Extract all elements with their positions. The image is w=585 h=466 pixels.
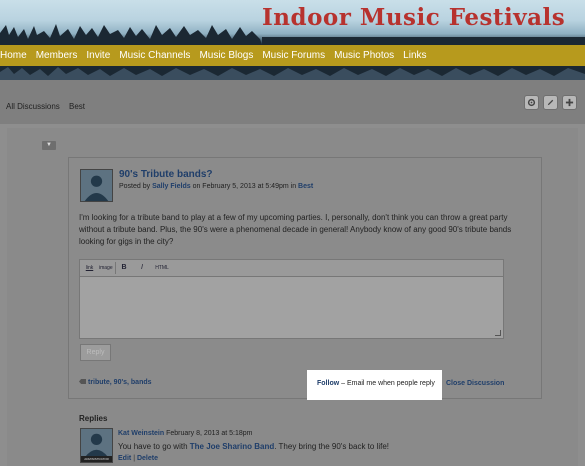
administrator-badge: ADMINISTRATOR: [81, 456, 112, 462]
user-silhouette-icon: [81, 170, 112, 201]
reply-button[interactable]: Reply: [80, 344, 111, 361]
post-author-link[interactable]: Sally Fields: [152, 183, 191, 190]
nav-item-home[interactable]: Home: [0, 50, 27, 61]
edit-reply-link[interactable]: Edit: [118, 455, 131, 462]
toolbar-divider: [115, 262, 116, 274]
reply-author-link[interactable]: Kat Weinstein: [118, 430, 164, 437]
gear-icon[interactable]: [524, 95, 539, 110]
close-discussion-link[interactable]: Close Discussion: [446, 380, 504, 387]
reply-text-prefix: You have to go with: [118, 442, 190, 451]
pencil-icon[interactable]: [543, 95, 558, 110]
reply-text-suffix: . They bring the 90's back to life!: [274, 442, 390, 451]
tab-all-discussions[interactable]: All Discussions: [6, 102, 60, 111]
follow-link[interactable]: Follow: [317, 380, 339, 387]
crowd-hands-image: [0, 67, 585, 80]
tag-link[interactable]: tribute: [88, 379, 110, 386]
replies-heading: Replies: [79, 414, 108, 423]
site-title[interactable]: Indoor Music Festivals: [262, 4, 565, 31]
plus-icon[interactable]: [562, 95, 577, 110]
action-divider: |: [133, 455, 136, 462]
nav-item-music-forums[interactable]: Music Forums: [262, 50, 325, 61]
reply-meta: Kat Weinstein February 8, 2013 at 5:18pm: [118, 430, 253, 437]
nav-item-music-blogs[interactable]: Music Blogs: [199, 50, 253, 61]
post-body: I'm looking for a tribute band to play a…: [79, 213, 512, 246]
tag-link[interactable]: bands: [131, 379, 152, 386]
delete-reply-link[interactable]: Delete: [137, 455, 158, 462]
reply-actions: Edit | Delete: [118, 455, 158, 462]
follow-row: Follow – Email me when people reply: [317, 380, 435, 387]
post-meta: Posted by Sally Fields on February 5, 20…: [119, 183, 313, 190]
avatar[interactable]: ADMINISTRATOR: [80, 428, 113, 463]
editor-toolbar: link image B I HTML: [79, 259, 504, 276]
post-title[interactable]: 90's Tribute bands?: [119, 169, 213, 180]
site-banner: Indoor Music Festivals: [0, 0, 585, 45]
reply-textarea[interactable]: [79, 276, 504, 339]
nav-item-members[interactable]: Members: [36, 50, 78, 61]
avatar[interactable]: [80, 169, 113, 202]
post-meta-date: on February 5, 2013 at 5:49pm in: [192, 183, 297, 190]
follow-description: – Email me when people reply: [339, 380, 435, 387]
link-icon[interactable]: link: [84, 263, 95, 273]
main-nav: Home Members Invite Music Channels Music…: [0, 45, 585, 66]
html-button[interactable]: HTML: [154, 263, 170, 273]
reply-band-link[interactable]: The Joe Sharino Band: [190, 442, 274, 451]
tags-row: tribute, 90's, bands: [79, 379, 152, 386]
post-meta-prefix: Posted by: [119, 183, 151, 190]
italic-button[interactable]: I: [138, 263, 146, 273]
tag-icon: [79, 379, 86, 384]
crowd-strip-image: [0, 66, 585, 80]
nav-item-music-channels[interactable]: Music Channels: [119, 50, 190, 61]
nav-item-invite[interactable]: Invite: [86, 50, 110, 61]
image-icon[interactable]: image: [99, 263, 113, 273]
bold-button[interactable]: B: [120, 263, 128, 273]
resize-handle-icon[interactable]: [495, 330, 501, 336]
nav-item-links[interactable]: Links: [403, 50, 426, 61]
reply-date: February 8, 2013 at 5:18pm: [166, 430, 253, 437]
tag-link[interactable]: 90's: [114, 379, 127, 386]
post-category-link[interactable]: Best: [298, 183, 313, 190]
discussion-tabs-bar: All Discussions Best: [0, 80, 585, 124]
chevron-down-icon[interactable]: ▼: [42, 141, 56, 150]
tab-best[interactable]: Best: [69, 102, 85, 111]
nav-item-music-photos[interactable]: Music Photos: [334, 50, 394, 61]
reply-text: You have to go with The Joe Sharino Band…: [118, 442, 389, 451]
